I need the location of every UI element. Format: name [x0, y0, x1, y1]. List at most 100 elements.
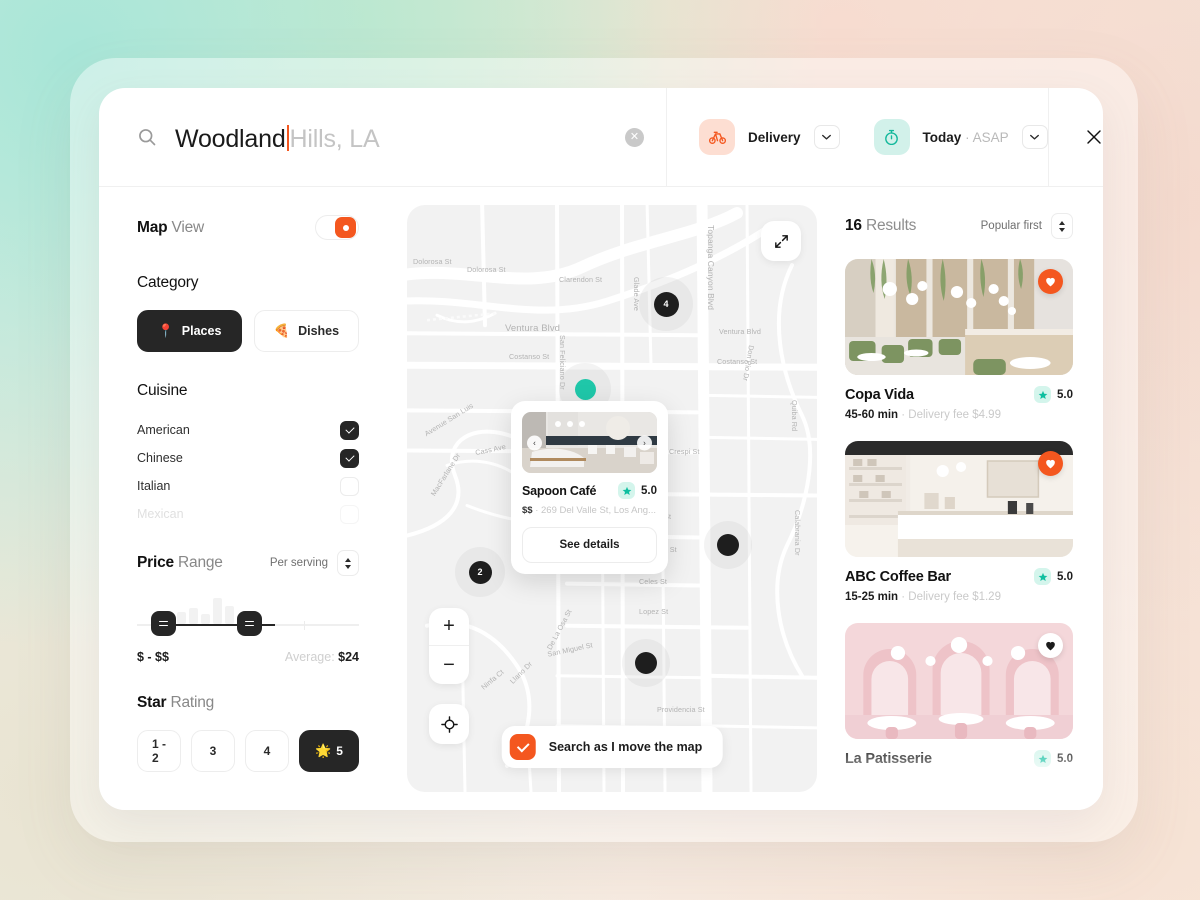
map-cluster-marker[interactable]: 4: [639, 277, 693, 331]
cuisine-checkbox[interactable]: [340, 420, 359, 440]
heart-icon: [1046, 459, 1055, 469]
cuisine-item-italian[interactable]: Italian: [137, 472, 359, 500]
map-place-marker[interactable]: [704, 521, 752, 569]
pizza-icon: 🍕: [273, 323, 291, 338]
time-label: Today · ASAP: [922, 129, 1009, 145]
results-panel: 16 Results Popular first Copa Vida 5.0 4…: [831, 187, 1103, 810]
cuisine-checkbox[interactable]: [340, 504, 359, 524]
result-photo: [845, 259, 1073, 375]
street-label: Costanso St: [717, 357, 758, 366]
favorite-button[interactable]: [1038, 451, 1063, 476]
street-label: Crespi St: [669, 447, 700, 456]
star-icon: [622, 486, 631, 495]
category-option-dishes[interactable]: 🍕 Dishes: [254, 310, 359, 352]
star-option-5[interactable]: 🌟 5: [299, 730, 359, 772]
popup-photo: ‹ ›: [522, 412, 657, 473]
time-separator: ·: [961, 129, 973, 145]
map-zoom-controls: + −: [429, 608, 469, 684]
cuisine-item-american[interactable]: American: [137, 416, 359, 444]
category-option-places[interactable]: 📍 Places: [137, 310, 242, 352]
delivery-chevron-down-icon[interactable]: [813, 125, 840, 149]
zoom-in-button[interactable]: +: [429, 608, 469, 646]
results-sort-stepper-icon[interactable]: [1051, 213, 1073, 239]
popup-next-icon[interactable]: ›: [637, 435, 652, 450]
category-options: 📍 Places 🍕 Dishes: [137, 310, 359, 352]
cuisine-checkbox[interactable]: [340, 448, 359, 468]
star-icon: [1038, 754, 1047, 763]
map-cluster-marker[interactable]: 2: [455, 547, 505, 597]
street-label: Dolorosa St: [413, 257, 452, 266]
street-label: Quiba Rd: [790, 400, 799, 432]
place-dot: [635, 652, 657, 674]
favorite-button[interactable]: [1038, 269, 1063, 294]
result-name: ABC Coffee Bar: [845, 568, 951, 585]
star-option-1-2[interactable]: 1 - 2: [137, 730, 181, 772]
star-badge-icon: [618, 482, 635, 499]
map-place-marker[interactable]: [622, 639, 670, 687]
time-filter[interactable]: Today · ASAP: [873, 119, 1048, 155]
result-rating-value: 5.0: [1057, 388, 1073, 401]
map-view-title: Map View: [137, 218, 205, 236]
result-card[interactable]: La Patisserie 5.0: [845, 623, 1073, 767]
cuisine-item-mexican[interactable]: Mexican: [137, 500, 359, 528]
popup-prev-icon[interactable]: ‹: [527, 435, 542, 450]
time-value: ASAP: [972, 129, 1009, 145]
map-column: Dolorosa St Clarendon St Ventura Blvd Co…: [397, 187, 831, 810]
map-locate-button[interactable]: [429, 704, 469, 744]
map-view-row: Map View: [137, 215, 359, 240]
price-unit-stepper-icon[interactable]: [337, 550, 359, 576]
result-header: Copa Vida 5.0: [845, 386, 1073, 403]
popup-rating-value: 5.0: [641, 484, 657, 497]
time-chevron-down-icon[interactable]: [1021, 125, 1048, 149]
search-input[interactable]: Woodland Hills, LA: [175, 121, 607, 154]
price-unit-label: Per serving: [269, 557, 328, 569]
category-label-dishes: Dishes: [298, 324, 340, 338]
result-card[interactable]: ABC Coffee Bar 5.0 15-25 min · Delivery …: [845, 441, 1073, 603]
result-rating-value: 5.0: [1057, 570, 1073, 583]
search-zone: Woodland Hills, LA ✕: [99, 88, 667, 186]
star-badge-icon: [1034, 386, 1051, 403]
see-details-button[interactable]: See details: [522, 527, 657, 563]
top-bar: Woodland Hills, LA ✕ Delivery Today · AS…: [99, 88, 1103, 187]
close-icon: [1087, 130, 1101, 144]
price-legend: $ - $$ Average: $24: [137, 650, 359, 664]
map-view-toggle[interactable]: [315, 215, 359, 240]
result-meta: 45-60 min · Delivery fee $4.99: [845, 409, 1001, 421]
main-content: Map View Category 📍 Places 🍕 Dishes Cuis…: [99, 187, 1103, 810]
zoom-out-button[interactable]: −: [429, 646, 469, 684]
price-unit-select[interactable]: Per serving: [270, 550, 359, 576]
stopwatch-icon: [873, 119, 910, 155]
search-as-move-toggle[interactable]: Search as I move the map: [501, 726, 723, 768]
popup-rating: 5.0: [618, 482, 657, 499]
category-label-places: Places: [181, 324, 222, 338]
close-button[interactable]: [1047, 88, 1103, 186]
street-label: Dolorosa St: [467, 265, 506, 274]
popup-place-name: Sapoon Café: [522, 483, 597, 498]
results-sort-select[interactable]: Popular first: [981, 213, 1073, 239]
sidebar-fade: [99, 776, 397, 810]
star-option-3[interactable]: 3: [191, 730, 235, 772]
star-option-4[interactable]: 4: [245, 730, 289, 772]
clear-search-icon[interactable]: ✕: [625, 127, 644, 147]
map-canvas[interactable]: Dolorosa St Clarendon St Ventura Blvd Co…: [407, 205, 817, 792]
cuisine-checkbox[interactable]: [340, 476, 359, 496]
slider-thumb-max[interactable]: [237, 611, 262, 636]
slider-thumb-min[interactable]: [151, 611, 176, 636]
map-place-popup[interactable]: ‹ › Sapoon Café 5.0 $$ · 269 Del Valle S…: [511, 401, 668, 574]
cuisine-item-chinese[interactable]: Chinese: [137, 444, 359, 472]
result-card[interactable]: Copa Vida 5.0 45-60 min · Delivery fee $…: [845, 259, 1073, 421]
delivery-label: Delivery: [748, 129, 801, 145]
favorite-button[interactable]: [1038, 633, 1063, 658]
price-slider[interactable]: [137, 598, 359, 646]
search-as-move-checkbox[interactable]: [509, 734, 536, 760]
slider-tick: [304, 621, 305, 630]
delivery-filter[interactable]: Delivery: [699, 119, 840, 155]
star-icon: [1038, 390, 1047, 399]
result-rating: 5.0: [1034, 750, 1073, 767]
street-label: Clarendon St: [559, 275, 603, 284]
result-name: La Patisserie: [845, 750, 932, 767]
star-icon: [1038, 572, 1047, 581]
cuisine-label: Italian: [137, 479, 171, 493]
map-expand-button[interactable]: [761, 221, 801, 261]
result-name: Copa Vida: [845, 386, 914, 403]
